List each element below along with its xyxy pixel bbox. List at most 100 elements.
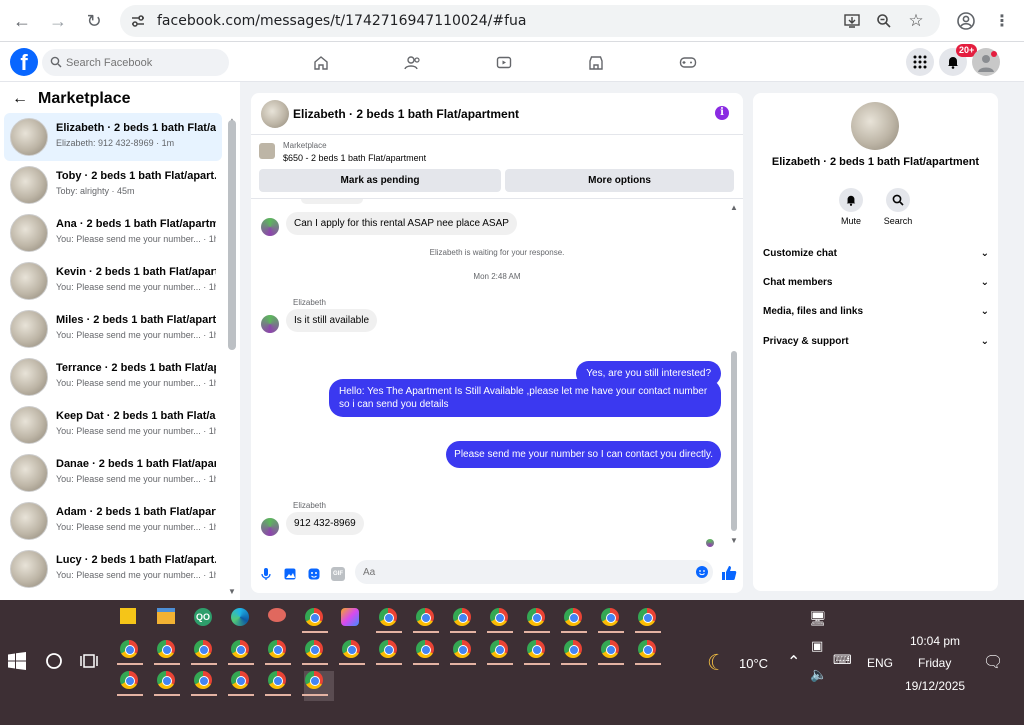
conversation-list-scrollbar[interactable] [228,120,236,350]
chrome-window-icon[interactable] [490,640,512,662]
emoji-icon[interactable] [695,565,709,579]
clock-date[interactable]: 19/12/2025 [905,679,965,693]
chrome-window-icon[interactable] [564,608,586,630]
friends-icon[interactable] [402,52,424,74]
conversation-item[interactable]: Ana · 2 beds 1 bath Flat/apartm... You: … [4,209,222,257]
camera-icon[interactable]: ▣ [811,638,823,654]
chrome-window-icon[interactable] [564,640,586,662]
temperature[interactable]: 10°C [739,656,768,671]
info-icon[interactable]: i [715,106,729,120]
browser-menu-icon[interactable]: ⋮ [990,9,1014,33]
chat-members-section[interactable]: Chat members ⌄ [763,272,989,292]
chrome-window-icon[interactable] [416,608,438,630]
contact-avatar[interactable] [851,102,899,150]
chrome-window-icon[interactable] [194,640,216,662]
photo-icon[interactable] [283,567,297,581]
thumbs-up-icon[interactable] [721,565,737,581]
marketplace-icon[interactable] [585,52,607,74]
menu-grid-icon[interactable] [906,48,934,76]
media-files-links-section[interactable]: Media, files and links ⌄ [763,301,989,321]
conversation-item[interactable]: Terrance · 2 beds 1 bath Flat/ap... You:… [4,353,222,401]
back-icon[interactable]: ← [10,9,34,33]
gif-icon[interactable]: GIF [331,567,345,581]
chrome-window-icon[interactable] [231,671,253,693]
clock-time[interactable]: 10:04 pm [910,634,960,648]
chat-scrollbar[interactable] [731,351,737,531]
edge-icon[interactable] [231,608,249,626]
scroll-down-icon[interactable]: ▼ [730,536,738,545]
chrome-window-icon[interactable] [416,640,438,662]
message-input[interactable] [363,560,683,584]
chrome-window-icon[interactable] [638,608,660,630]
profile-icon[interactable] [954,9,978,33]
bookmark-star-icon[interactable]: ☆ [904,9,928,33]
microphone-icon[interactable] [259,567,273,581]
chrome-window-icon[interactable] [157,640,179,662]
conversation-item[interactable]: Adam · 2 beds 1 bath Flat/apart... You: … [4,497,222,545]
facebook-logo[interactable]: f [10,48,38,76]
chrome-window-icon[interactable] [194,671,216,693]
zoom-icon[interactable] [872,9,896,33]
listing-price[interactable]: $650 - 2 beds 1 bath Flat/apartment [283,153,426,163]
chrome-window-icon[interactable] [601,640,623,662]
sticker-icon[interactable] [307,567,321,581]
scroll-down-icon[interactable]: ▼ [228,587,236,596]
chrome-window-icon[interactable] [453,608,475,630]
search-in-chat-button[interactable]: Search [878,188,918,226]
conversation-item[interactable]: Kevin · 2 beds 1 bath Flat/apart... You:… [4,257,222,305]
chrome-window-icon[interactable] [305,671,327,693]
chrome-window-icon[interactable] [379,640,401,662]
facebook-search[interactable] [42,49,229,76]
notification-center-icon[interactable]: 🗨 [983,652,1003,672]
chrome-window-icon[interactable] [120,640,142,662]
customize-chat-section[interactable]: Customize chat ⌄ [763,243,989,263]
chrome-window-icon[interactable] [120,671,142,693]
install-app-icon[interactable] [840,9,864,33]
file-explorer-icon[interactable] [157,608,175,624]
chrome-window-icon[interactable] [453,640,475,662]
reload-icon[interactable]: ↻ [82,9,106,33]
message-field[interactable] [355,560,713,584]
chrome-window-icon[interactable] [638,640,660,662]
privacy-support-section[interactable]: Privacy & support ⌄ [763,331,989,351]
chrome-window-icon[interactable] [305,608,327,630]
mark-as-pending-button[interactable]: Mark as pending [259,169,501,192]
copilot-icon[interactable] [341,608,359,626]
site-settings-icon[interactable] [126,9,150,33]
gaming-icon[interactable] [677,52,699,74]
mute-button[interactable]: Mute [831,188,871,226]
paint-icon[interactable] [268,608,286,622]
video-icon[interactable] [493,52,515,74]
conversation-item[interactable]: Keep Dat · 2 beds 1 bath Flat/a... You: … [4,401,222,449]
conversation-item[interactable]: Elizabeth · 2 beds 1 bath Flat/a... Eliz… [4,113,222,161]
task-view-icon[interactable] [80,652,102,674]
listing-thumbnail[interactable] [259,143,275,159]
chrome-window-icon[interactable] [268,640,290,662]
network-pc-icon[interactable]: 🖥 [809,610,827,627]
sticky-notes-icon[interactable] [120,608,136,624]
windows-start-icon[interactable] [8,652,30,674]
address-bar[interactable]: facebook.com/messages/t/1742716947110024… [120,5,940,37]
chrome-window-icon[interactable] [490,608,512,630]
keyboard-icon[interactable]: ⌨ [833,652,852,668]
chrome-window-icon[interactable] [379,608,401,630]
url-text[interactable]: facebook.com/messages/t/1742716947110024… [157,13,527,29]
scroll-up-icon[interactable]: ▲ [730,203,738,212]
forward-icon[interactable]: → [46,9,70,33]
clock-day[interactable]: Friday [918,656,951,670]
chrome-window-icon[interactable] [527,608,549,630]
more-options-button[interactable]: More options [505,169,734,192]
search-input[interactable] [66,49,226,76]
chevron-up-icon[interactable]: ⌃ [787,652,800,672]
quick-assist-icon[interactable]: QO [194,608,212,626]
moon-weather-icon[interactable]: ☾ [707,650,727,676]
chrome-window-icon[interactable] [601,608,623,630]
volume-icon[interactable]: 🔈 [810,666,827,683]
chrome-window-icon[interactable] [268,671,290,693]
chrome-window-icon[interactable] [342,640,364,662]
home-icon[interactable] [310,52,332,74]
chrome-window-icon[interactable] [231,640,253,662]
conversation-item[interactable]: Toby · 2 beds 1 bath Flat/apart... Toby:… [4,161,222,209]
chrome-window-icon[interactable] [527,640,549,662]
chrome-window-icon[interactable] [157,671,179,693]
